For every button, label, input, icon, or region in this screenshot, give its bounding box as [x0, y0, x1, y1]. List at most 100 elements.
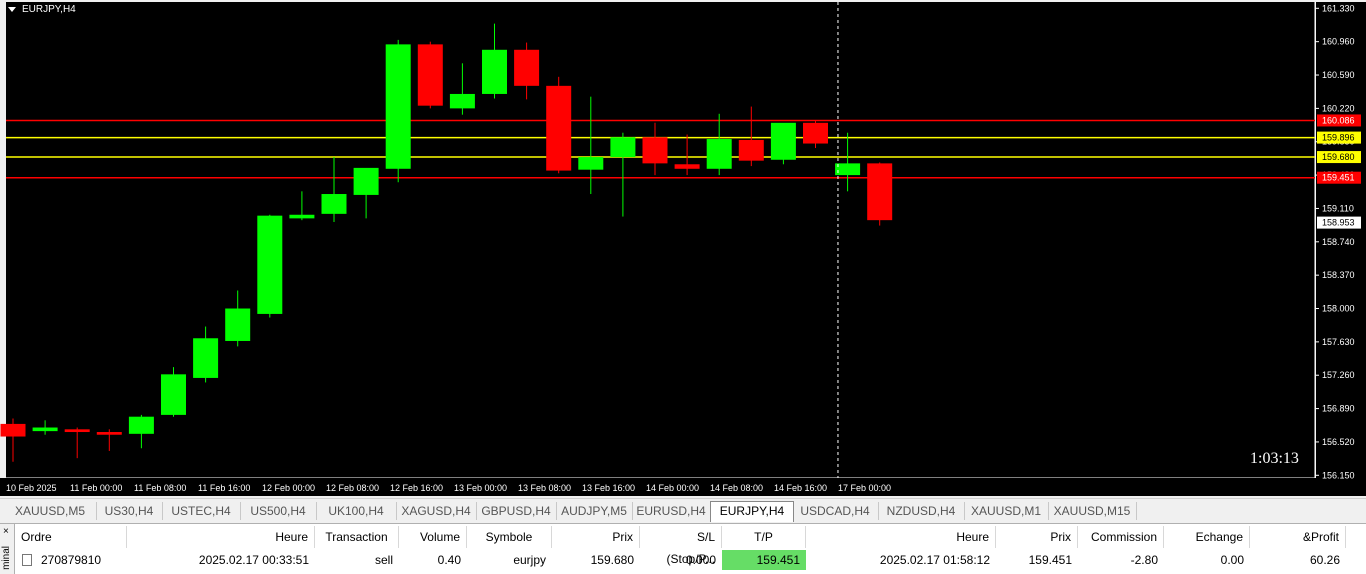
close-icon[interactable]: × [3, 526, 9, 537]
tab-ustec-h4[interactable]: USTEC,H4 [162, 502, 241, 520]
tab-xauusd-m5[interactable]: XAUUSD,M5 [4, 502, 97, 520]
chart-menu-arrow-icon[interactable] [8, 7, 16, 12]
price-tick-label: 160.960 [1322, 37, 1355, 47]
candle-body [803, 122, 828, 144]
candle-body [417, 44, 443, 106]
candle-body [738, 139, 764, 161]
price-tick-label: 156.890 [1322, 404, 1355, 414]
candle-body [770, 122, 796, 160]
cell-tp: 159.451 [722, 550, 806, 570]
time-tick-label: 11 Feb 16:00 [198, 483, 250, 493]
candle-body [642, 137, 668, 164]
chart-window[interactable]: 161.330160.960160.590160.220159.850159.4… [0, 0, 1366, 498]
column-header[interactable]: Commission [1078, 526, 1164, 548]
column-header[interactable]: Heure [806, 526, 996, 548]
terminal-side-strip: × minal [0, 524, 15, 574]
time-tick-label: 12 Feb 16:00 [390, 483, 443, 493]
price-level-label: 159.896 [1322, 133, 1355, 143]
chart-tabs-bar: XAUUSD,M5 US30,H4 USTEC,H4 US500,H4 UK100,H4… [0, 498, 1366, 523]
candle-body [0, 423, 26, 437]
tab-eurusd-h4[interactable]: EURUSD,H4 [632, 502, 711, 520]
time-tick-label: 14 Feb 00:00 [646, 483, 699, 493]
candle-body [706, 139, 732, 169]
candle-body [449, 93, 475, 109]
column-header[interactable]: Transaction [315, 526, 399, 548]
cell-swap: 0.00 [1220, 553, 1244, 567]
candle-body [514, 49, 540, 86]
order-document-icon [22, 554, 32, 566]
tab-us30-h4[interactable]: US30,H4 [96, 502, 163, 520]
column-header[interactable]: Volume [399, 526, 467, 548]
candle-body [289, 214, 315, 219]
column-header[interactable]: Echange [1164, 526, 1250, 548]
candle-body [674, 164, 700, 169]
time-tick-label: 10 Feb 2025 [6, 483, 57, 493]
price-chart[interactable]: 161.330160.960160.590160.220159.850159.4… [0, 0, 1366, 498]
cell-price-open: 159.680 [590, 553, 634, 567]
column-header[interactable]: T/P (Prendr... [722, 526, 806, 566]
tab-gbpusd-h4[interactable]: GBPUSD,H4 [476, 502, 557, 520]
candle-body [257, 215, 283, 314]
tab-xagusd-h4[interactable]: XAGUSD,H4 [396, 502, 477, 520]
candle-body [482, 49, 507, 94]
price-tick-label: 156.150 [1322, 470, 1355, 480]
candle-body [385, 44, 411, 169]
price-tick-label: 158.740 [1322, 237, 1355, 247]
candle-body [128, 416, 154, 434]
price-tick-label: 158.370 [1322, 270, 1355, 280]
candle-body [610, 137, 636, 158]
current-price-label: 158.953 [1322, 218, 1355, 228]
column-header[interactable]: S/L (Stop/P... [640, 526, 722, 566]
time-tick-label: 12 Feb 00:00 [262, 483, 315, 493]
price-tick-label: 158.000 [1322, 304, 1355, 314]
column-header[interactable]: Ordre [15, 526, 127, 548]
candle-body [353, 167, 379, 195]
candle-body [225, 308, 251, 341]
terminal-panel: × minal Ordre Heure Transaction Volume Symbo… [0, 523, 1366, 574]
time-tick-label: 11 Feb 00:00 [70, 483, 122, 493]
tab-us500-h4[interactable]: US500,H4 [240, 502, 317, 520]
column-header[interactable]: Symbole [467, 526, 552, 548]
time-tick-label: 13 Feb 00:00 [454, 483, 507, 493]
cell-time-close: 2025.02.17 01:58:12 [879, 553, 990, 567]
tab-eurjpy-h4[interactable]: EURJPY,H4 [710, 501, 794, 522]
column-header[interactable]: Prix [996, 526, 1078, 548]
candle-body [835, 163, 861, 176]
time-tick-label: 11 Feb 08:00 [134, 483, 186, 493]
price-level-label: 160.086 [1322, 115, 1355, 125]
cell-profit: 60.26 [1309, 553, 1340, 567]
candle-body [546, 85, 572, 171]
candle-body [193, 338, 219, 378]
bar-countdown: 1:03:13 [1250, 450, 1299, 467]
candle-body [578, 157, 604, 170]
chart-symbol-title: EURJPY,H4 [22, 4, 76, 15]
cell-type: sell [374, 553, 393, 567]
time-tick-label: 13 Feb 08:00 [518, 483, 571, 493]
cell-price-close: 159.451 [1028, 553, 1072, 567]
price-level-label: 159.680 [1322, 152, 1355, 162]
tab-xauusd-m15[interactable]: XAUUSD,M15 [1048, 502, 1137, 520]
price-tick-label: 159.110 [1322, 203, 1354, 213]
time-tick-label: 14 Feb 16:00 [774, 483, 827, 493]
tab-usdcad-h4[interactable]: USDCAD,H4 [792, 502, 879, 520]
tab-nzdusd-h4[interactable]: NZDUSD,H4 [878, 502, 965, 520]
cell-volume: 0.40 [437, 553, 461, 567]
candle-body [161, 374, 186, 415]
price-level-label: 159.451 [1322, 173, 1355, 183]
tab-audjpy-m5[interactable]: AUDJPY,M5 [556, 502, 633, 520]
price-tick-label: 156.520 [1322, 437, 1355, 447]
time-tick-label: 14 Feb 08:00 [710, 483, 763, 493]
time-tick-label: 12 Feb 08:00 [326, 483, 379, 493]
candle-body [96, 432, 122, 435]
tab-uk100-h4[interactable]: UK100,H4 [316, 502, 397, 520]
tab-xauusd-m1[interactable]: XAUUSD,M1 [964, 502, 1049, 520]
cell-time-open: 2025.02.17 00:33:51 [198, 553, 309, 567]
cell-sl: 0.000 [685, 553, 716, 567]
price-tick-label: 160.590 [1322, 70, 1355, 80]
candle-body [321, 194, 347, 214]
column-header[interactable]: Heure [127, 526, 315, 548]
candle-body [867, 163, 893, 221]
chart-plot-background [6, 2, 1315, 478]
column-header[interactable]: &Profit [1250, 526, 1346, 548]
column-header[interactable]: Prix [552, 526, 640, 548]
